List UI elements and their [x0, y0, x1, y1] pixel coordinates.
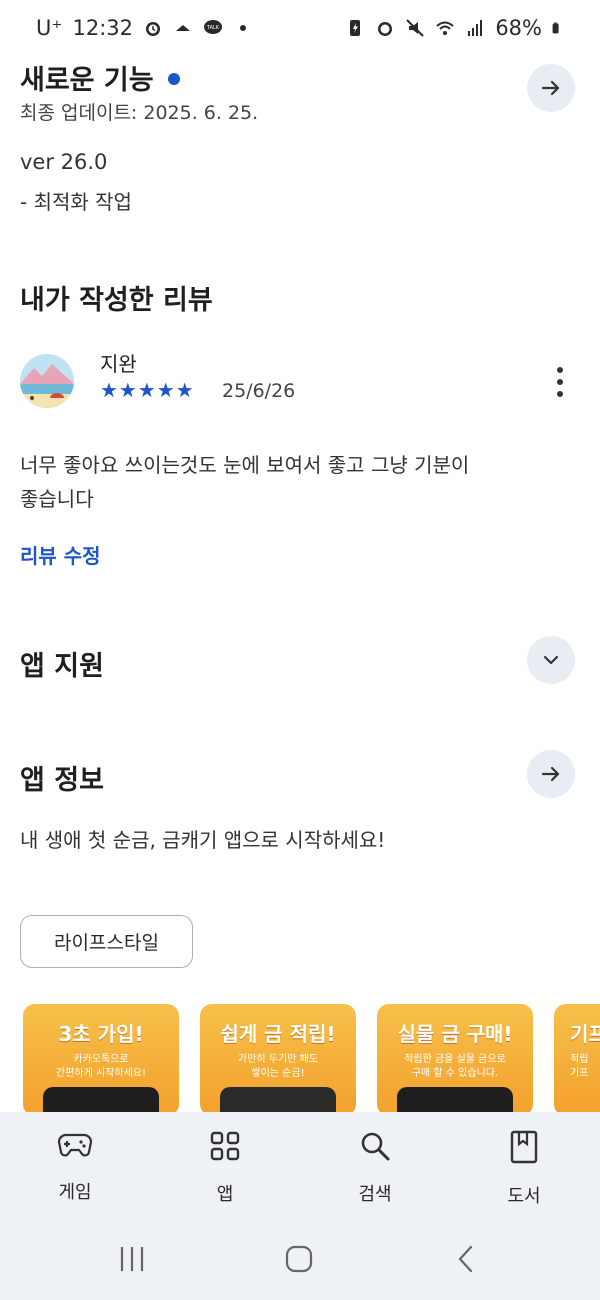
search-icon: [361, 1132, 390, 1161]
my-review-title: 내가 작성한 리뷰: [20, 285, 213, 316]
app-info-title: 앱 정보: [20, 765, 104, 796]
version-text: ver 26.0: [20, 150, 108, 174]
screenshot-subtext: 기프: [570, 1068, 589, 1079]
battery-saver-icon: [350, 20, 361, 36]
screenshot-subtext: 쌓이는 순금!: [251, 1068, 305, 1079]
arrow-right-icon: [541, 80, 560, 96]
dot-icon: [240, 25, 246, 31]
review-text-line-1: 너무 좋아요 쓰이는것도 눈에 보여서 좋고 그냥 기분이: [20, 453, 470, 477]
wifi-icon: [436, 21, 454, 35]
whats-new-arrow-button[interactable]: [527, 64, 575, 112]
phone-mockup: [220, 1087, 336, 1112]
nav-item-search[interactable]: 검색: [325, 1130, 425, 1206]
screenshot-headline: 3초 가입!: [58, 1022, 144, 1046]
apps-grid-icon: [210, 1131, 240, 1161]
gamepad-icon: [57, 1133, 93, 1157]
alarm-icon: [146, 22, 160, 36]
status-bar: U⁺ 12:32 TALK 68%: [0, 0, 600, 56]
whats-new-title: 새로운 기능: [20, 65, 154, 96]
last-updated-text: 최종 업데이트: 2025. 6. 25.: [20, 102, 259, 124]
screenshot-subtext: 적립한 금을 실물 금으로: [404, 1054, 506, 1065]
screenshot-subtext: 적립: [570, 1054, 589, 1065]
review-date: 25/6/26: [222, 380, 296, 402]
signal-icon: [468, 20, 483, 36]
screenshot-subtext: 간편하게 시작하세요!: [56, 1068, 146, 1079]
nav-item-books[interactable]: 도서: [474, 1130, 574, 1208]
nav-item-games[interactable]: 게임: [25, 1130, 125, 1204]
screenshot-item[interactable]: 3초 가입! 카카오톡으로 간편하게 시작하세요!: [23, 1004, 179, 1112]
nav-item-apps[interactable]: 앱: [175, 1130, 275, 1206]
rating-stars: ★★★★★: [100, 378, 195, 402]
screenshot-headline: 기프: [570, 1022, 600, 1046]
book-icon: [510, 1130, 538, 1164]
kakaotalk-icon: TALK: [204, 20, 222, 34]
screenshot-carousel[interactable]: 3초 가입! 카카오톡으로 간편하게 시작하세요! 쉽게 금 적립! 가만히 두…: [0, 1004, 600, 1112]
category-chip[interactable]: 라이프스타일: [20, 915, 193, 968]
avatar[interactable]: [20, 354, 74, 408]
screenshot-subtext: 가만히 두기만 해도: [238, 1054, 318, 1065]
new-indicator-dot: [167, 72, 180, 85]
clock: 12:32: [72, 16, 133, 40]
battery-percent: 68%: [495, 16, 542, 40]
cloud-icon: [176, 25, 190, 31]
back-icon[interactable]: [452, 1244, 482, 1274]
chevron-down-icon: [543, 655, 559, 665]
app-info-section[interactable]: 앱 정보: [20, 746, 580, 802]
battery-icon: [552, 22, 559, 34]
phone-mockup: [397, 1087, 513, 1112]
mute-icon: [406, 19, 425, 37]
screenshot-item[interactable]: 실물 금 구매! 적립한 금을 실물 금으로 구매 할 수 있습니다.: [377, 1004, 533, 1112]
screenshot-subtext: 구매 할 수 있습니다.: [411, 1068, 499, 1079]
app-support-expand-button[interactable]: [527, 636, 575, 684]
review-text-line-2: 좋습니다: [20, 487, 94, 511]
screenshot-headline: 실물 금 구매!: [397, 1022, 513, 1046]
nav-label-books: 도서: [507, 1186, 541, 1207]
phone-mockup: [43, 1087, 159, 1112]
app-support-section[interactable]: 앱 지원: [20, 634, 580, 690]
app-support-title: 앱 지원: [20, 651, 104, 682]
nav-label-search: 검색: [358, 1184, 392, 1205]
app-description: 내 생애 첫 순금, 금캐기 앱으로 시작하세요!: [20, 828, 386, 852]
screenshot-item[interactable]: 기프 적립 기프: [554, 1004, 600, 1112]
recent-apps-icon[interactable]: [117, 1244, 147, 1274]
screenshot-item[interactable]: 쉽게 금 적립! 가만히 두기만 해도 쌓이는 순금!: [200, 1004, 356, 1112]
home-icon[interactable]: [284, 1244, 314, 1274]
arrow-right-icon: [541, 766, 560, 782]
screenshot-subtext: 카카오톡으로: [73, 1054, 129, 1065]
screenshot-headline: 쉽게 금 적립!: [220, 1022, 336, 1046]
system-navigation-bar: [0, 1240, 600, 1280]
whats-new-section[interactable]: 새로운 기능 최종 업데이트: 2025. 6. 25. ver 26.0 - …: [20, 58, 580, 218]
carrier-label: U⁺: [36, 16, 63, 40]
whats-new-title-row: 새로운 기능: [20, 58, 180, 97]
more-options-icon[interactable]: [548, 364, 572, 400]
review-card: 지완 ★★★★★ 25/6/26 너무 좋아요 쓰이는것도 눈에 보여서 좋고 …: [20, 344, 580, 584]
nav-label-games: 게임: [58, 1182, 92, 1203]
app-info-arrow-button[interactable]: [527, 750, 575, 798]
edit-review-link[interactable]: 리뷰 수정: [20, 540, 101, 569]
nav-label-apps: 앱: [216, 1184, 234, 1205]
svg-text:TALK: TALK: [206, 25, 220, 31]
update-note-text: - 최적화 작업: [20, 190, 132, 214]
reviewer-name: 지완: [100, 352, 137, 376]
alarm-icon-right: [378, 22, 393, 36]
